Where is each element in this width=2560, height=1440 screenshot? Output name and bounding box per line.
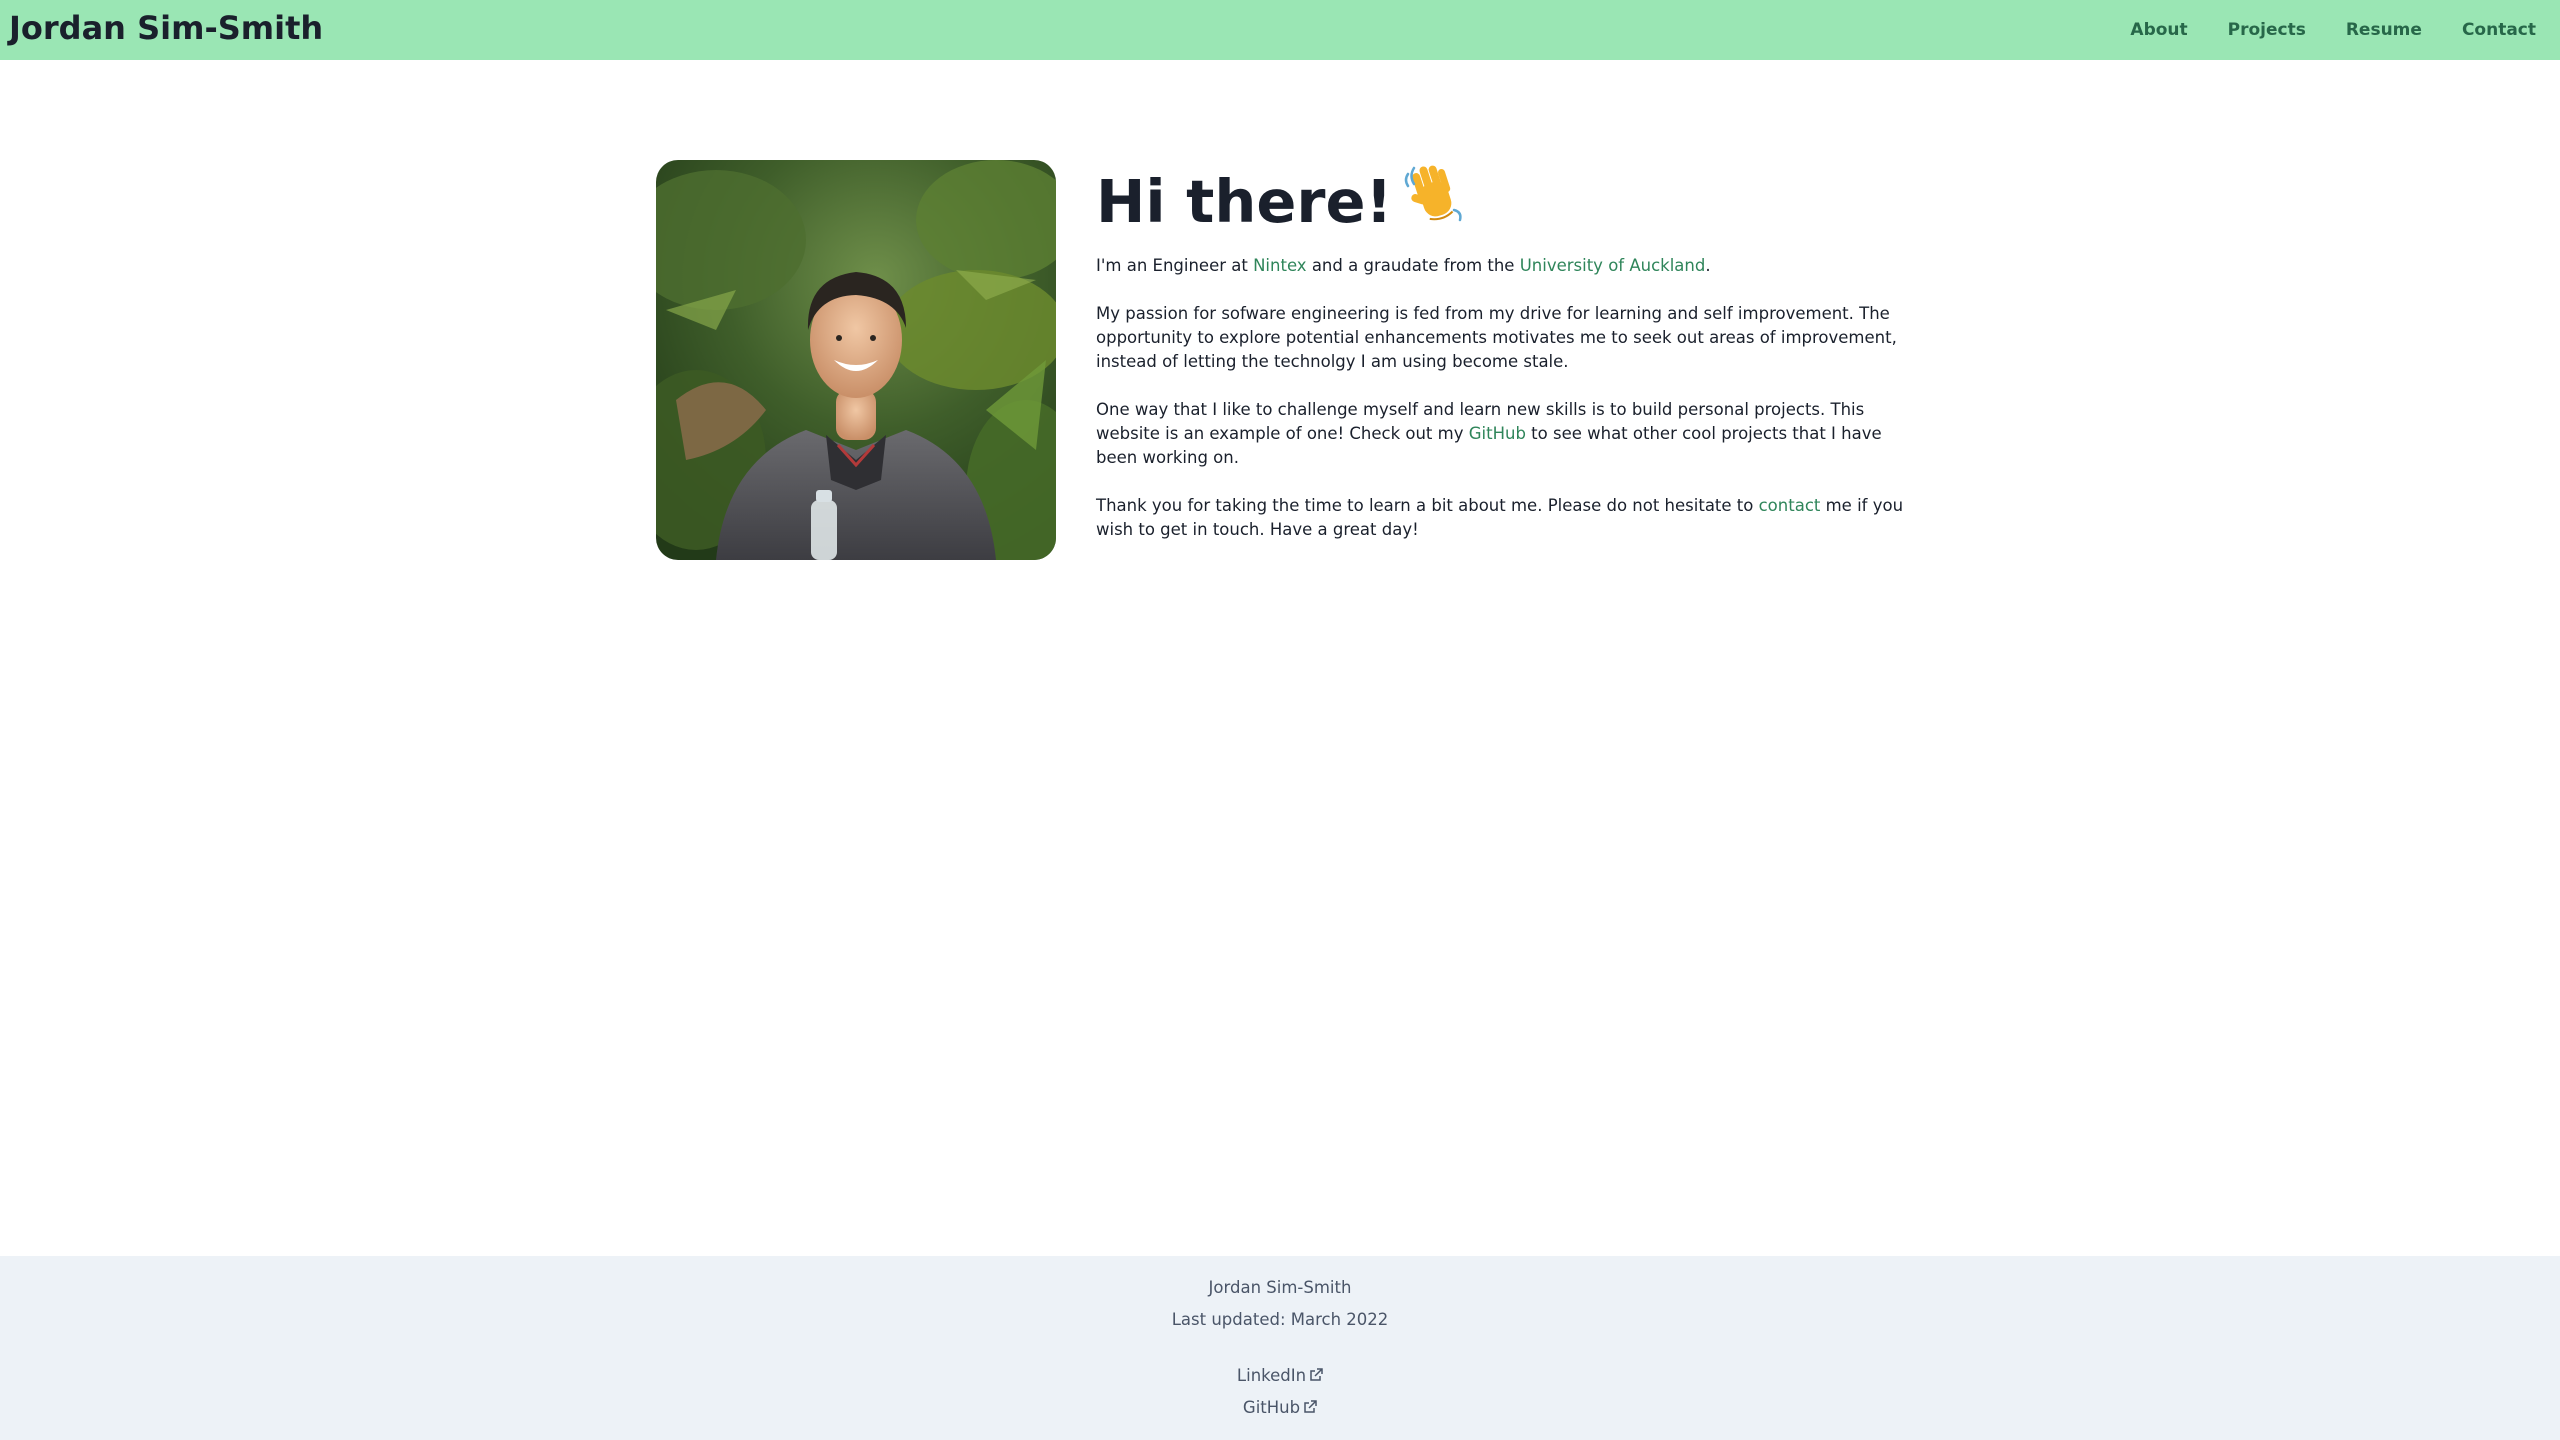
navbar: Jordan Sim-Smith About Projects Resume C… <box>0 0 2560 60</box>
github-link[interactable]: GitHub <box>1469 424 1526 443</box>
footer-linkedin-label: LinkedIn <box>1236 1366 1307 1385</box>
nav-link-about[interactable]: About <box>2130 0 2187 60</box>
external-link-icon <box>1304 1400 1317 1413</box>
intro-text: Thank you for taking the time to learn a… <box>1096 496 1759 515</box>
footer-last-updated: Last updated: March 2022 <box>1171 1310 1389 1329</box>
brand-link[interactable]: Jordan Sim-Smith <box>9 8 323 48</box>
intro-paragraph-4: Thank you for taking the time to learn a… <box>1096 494 1916 542</box>
waving-hand-icon <box>1402 160 1468 238</box>
footer: Jordan Sim-Smith Last updated: March 202… <box>0 1256 2560 1440</box>
page-title: Hi there! <box>1096 160 1916 238</box>
footer-linkedin-row: LinkedIn <box>0 1364 2560 1388</box>
university-of-auckland-link[interactable]: University of Auckland <box>1520 256 1706 275</box>
footer-github-link[interactable]: GitHub <box>1243 1398 1317 1417</box>
page: Jordan Sim-Smith About Projects Resume C… <box>0 0 2560 1440</box>
footer-github-label: GitHub <box>1242 1398 1301 1417</box>
nintex-link[interactable]: Nintex <box>1253 256 1306 275</box>
nav-link-contact[interactable]: Contact <box>2462 0 2536 60</box>
footer-linkedin-link[interactable]: LinkedIn <box>1237 1366 1323 1385</box>
intro-content: Hi there! I'm an Engineer at Nintex and … <box>1096 160 1916 566</box>
footer-github-row: GitHub <box>0 1396 2560 1420</box>
intro-paragraph-2: My passion for sofware engineering is fe… <box>1096 304 1897 371</box>
nav-links: About Projects Resume Contact <box>2130 0 2536 60</box>
contact-link[interactable]: contact <box>1759 496 1821 515</box>
intro-paragraph-1: I'm an Engineer at Nintex and a graudate… <box>1096 254 1916 278</box>
external-link-icon <box>1310 1368 1323 1381</box>
intro-text: . <box>1705 256 1711 275</box>
nav-link-projects[interactable]: Projects <box>2228 0 2306 60</box>
intro-text: I'm an Engineer at <box>1096 256 1254 275</box>
footer-name: Jordan Sim-Smith <box>1208 1278 1352 1297</box>
intro-text: and a graudate from the <box>1306 256 1520 275</box>
page-title-text: Hi there! <box>1096 167 1393 236</box>
profile-photo <box>656 160 1056 560</box>
intro-paragraph-3: One way that I like to challenge myself … <box>1096 398 1916 470</box>
nav-link-resume[interactable]: Resume <box>2346 0 2422 60</box>
